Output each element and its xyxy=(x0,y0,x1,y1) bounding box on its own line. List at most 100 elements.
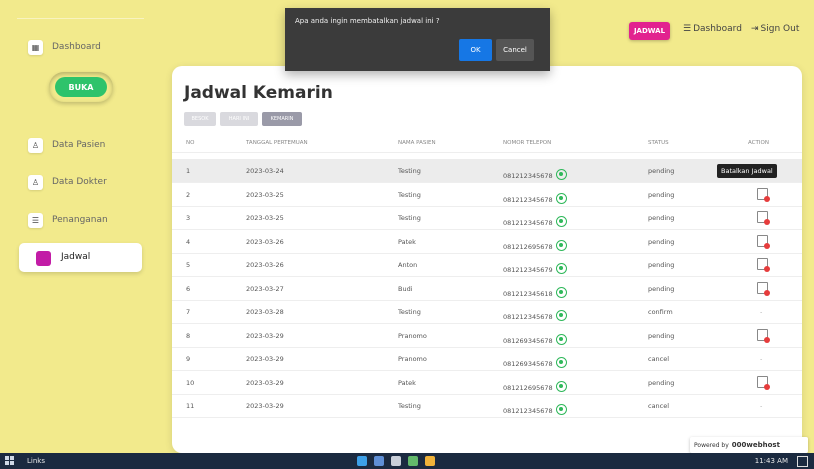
cell-phone: 081269345678 xyxy=(503,332,567,345)
sidebar-toggle[interactable]: BUKA xyxy=(49,72,113,102)
whatsapp-icon[interactable] xyxy=(555,357,567,368)
sidebar-divider xyxy=(17,18,144,19)
schedule-card: Jadwal Kemarin BESOK HARI INI KEMARIN NO… xyxy=(172,66,802,453)
table-row: 5 2023-03-26 Anton 081212345679 pending xyxy=(172,253,802,277)
cell-name: Testing xyxy=(398,214,421,222)
whatsapp-icon[interactable] xyxy=(555,333,567,345)
users-icon: ♙ xyxy=(28,137,43,153)
col-no: NO xyxy=(186,140,195,146)
cancel-schedule-icon[interactable] xyxy=(757,187,770,202)
whatsapp-icon[interactable] xyxy=(555,192,567,204)
col-phone: NOMOR TELEPON xyxy=(503,140,552,146)
system-tray-time[interactable]: 11:43 AM xyxy=(755,457,788,465)
sidebar-item-data-dokter[interactable]: ♙ Data Dokter xyxy=(28,173,107,191)
cancel-schedule-icon[interactable] xyxy=(757,211,770,225)
cell-status: pending xyxy=(648,284,675,293)
jadwal-button[interactable]: JADWAL xyxy=(629,22,670,40)
table-row: 3 2023-03-25 Testing 081212345678 pending xyxy=(172,206,802,230)
cell-status: pending xyxy=(648,237,675,246)
cell-status: pending xyxy=(648,167,675,175)
table-row: 1 2023-03-24 Testing 081212345678 pending xyxy=(172,159,802,183)
cell-date: 2023-03-29 xyxy=(246,355,284,363)
cell-phone: 081212345678 xyxy=(503,167,567,180)
cell-date: 2023-03-28 xyxy=(246,308,284,316)
dashboard-icon: ▦ xyxy=(28,39,43,55)
cell-no: 1 xyxy=(186,167,191,175)
table-row: 4 2023-03-26 Patek 081212695678 pending xyxy=(172,230,802,254)
cell-date: 2023-03-25 xyxy=(246,190,284,199)
cancel-tooltip: Batalkan Jadwal xyxy=(717,164,777,178)
browser-icon[interactable] xyxy=(357,456,367,466)
sidebar-item-data-pasien[interactable]: ♙ Data Pasien xyxy=(28,136,105,154)
filter-hari-ini[interactable]: HARI INI xyxy=(220,112,258,126)
cell-no: 8 xyxy=(186,331,191,340)
cell-no: 6 xyxy=(186,284,191,293)
no-action: - xyxy=(760,308,763,316)
cancel-schedule-icon[interactable] xyxy=(757,328,770,343)
phone-text: 081269345678 xyxy=(503,360,553,368)
phone-text: 081212345679 xyxy=(503,266,553,274)
cell-no: 5 xyxy=(186,261,191,269)
filter-besok[interactable]: BESOK xyxy=(184,112,216,126)
whatsapp-icon[interactable] xyxy=(555,380,567,392)
col-status: STATUS xyxy=(648,140,669,146)
whatsapp-icon[interactable] xyxy=(555,286,567,298)
doctor-icon: ♙ xyxy=(28,174,43,190)
cell-no: 3 xyxy=(186,214,191,222)
chrome-icon[interactable] xyxy=(391,456,401,466)
whatsapp-icon[interactable] xyxy=(555,239,567,251)
cell-name: Budi xyxy=(398,284,413,293)
col-name: NAMA PASIEN xyxy=(398,140,436,146)
confirm-dialog: Apa anda ingin membatalkan jadwal ini ? … xyxy=(285,8,550,71)
dashboard-icon: ☰ xyxy=(683,24,692,34)
filter-kemarin[interactable]: KEMARIN xyxy=(262,112,302,126)
app-icon[interactable] xyxy=(408,456,418,466)
cancel-schedule-icon[interactable] xyxy=(757,281,770,296)
cancel-schedule-icon[interactable] xyxy=(757,375,770,390)
table-row: 10 2023-03-29 Patek 081212695678 pending xyxy=(172,371,802,395)
whatsapp-icon[interactable] xyxy=(555,216,567,227)
sidebar-item-dashboard[interactable]: ▦ Dashboard xyxy=(28,38,101,56)
phone-text: 081212345678 xyxy=(503,195,553,204)
folder-icon[interactable] xyxy=(425,456,435,466)
cancel-button[interactable]: Cancel xyxy=(496,39,534,61)
cell-date: 2023-03-24 xyxy=(246,167,284,175)
col-action: ACTION xyxy=(748,140,769,146)
links-label[interactable]: Links xyxy=(27,457,45,465)
cancel-schedule-icon[interactable] xyxy=(757,258,770,272)
col-date: TANGGAL PERTEMUAN xyxy=(246,140,308,146)
table-row: 2 2023-03-25 Testing 081212345678 pending xyxy=(172,183,802,207)
powered-by-badge[interactable]: Powered by 000webhost xyxy=(690,437,808,453)
cell-phone: 081212695678 xyxy=(503,238,567,251)
cell-phone: 081212345678 xyxy=(503,214,567,227)
whatsapp-icon[interactable] xyxy=(555,310,567,321)
cell-name: Pranomo xyxy=(398,331,427,340)
cell-date: 2023-03-26 xyxy=(246,261,284,269)
cell-date: 2023-03-29 xyxy=(246,402,284,410)
cell-status: pending xyxy=(648,261,675,269)
start-icon[interactable] xyxy=(5,456,15,466)
sidebar-item-jadwal[interactable]: Jadwal xyxy=(19,243,142,272)
signout-icon: ⇥ xyxy=(751,24,759,34)
table-row: 6 2023-03-27 Budi 081212345618 pending xyxy=(172,277,802,301)
cancel-schedule-icon[interactable] xyxy=(757,234,770,249)
toggle-pill[interactable]: BUKA xyxy=(55,77,107,97)
table-row: 7 2023-03-28 Testing 081212345678 confirm - xyxy=(172,300,802,324)
sidebar-item-label: Penanganan xyxy=(52,215,108,225)
signout-link[interactable]: ⇥ Sign Out xyxy=(751,24,799,34)
files-icon[interactable] xyxy=(374,456,384,466)
cell-phone: 081269345678 xyxy=(503,355,567,368)
cell-no: 10 xyxy=(186,378,195,387)
ok-button[interactable]: OK xyxy=(459,39,492,61)
whatsapp-icon[interactable] xyxy=(555,263,567,274)
dashboard-label: Dashboard xyxy=(693,24,742,34)
dashboard-link[interactable]: ☰ Dashboard xyxy=(683,24,742,34)
notification-icon[interactable] xyxy=(797,456,808,467)
sidebar-item-penanganan[interactable]: ☰ Penanganan xyxy=(28,211,108,229)
table-row: 11 2023-03-29 Testing 081212345678 cancel - xyxy=(172,394,802,418)
whatsapp-icon[interactable] xyxy=(555,404,567,415)
cell-name: Testing xyxy=(398,167,421,175)
phone-text: 081212695678 xyxy=(503,242,553,251)
cell-name: Patek xyxy=(398,237,416,246)
whatsapp-icon[interactable] xyxy=(555,169,567,180)
